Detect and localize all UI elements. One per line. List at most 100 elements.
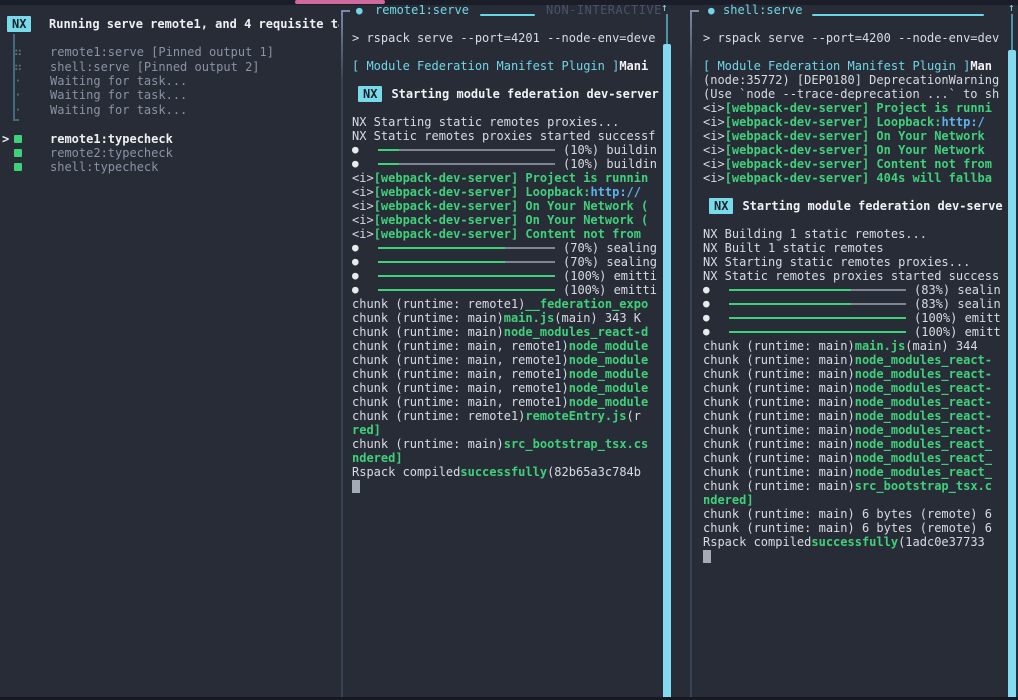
scrollbar-thumb[interactable] xyxy=(1008,50,1016,700)
terminal-text: [webpack-dev-server] On Your Network ( xyxy=(374,199,649,213)
task-success-icon xyxy=(11,160,25,174)
terminal-text: Rspack compiled xyxy=(703,535,811,549)
terminal-text: [ Module Federation Manifest Plugin ] xyxy=(703,59,970,73)
terminal-text: [webpack-dev-server] Project is runni xyxy=(725,101,992,115)
terminal-line: chunk (runtime: main) 6 bytes (remote) 6 xyxy=(703,507,1005,521)
scrollbar-thumb[interactable] xyxy=(663,44,671,700)
terminal-line: chunk (runtime: main) node_modules_react… xyxy=(352,325,659,339)
terminal-text: (r xyxy=(627,409,641,423)
terminal-text: chunk (runtime: main) xyxy=(703,395,855,409)
terminal-output-remote1-serve[interactable]: > rspack serve --port=4201 --node-env=de… xyxy=(352,31,659,493)
terminal-text: (main) 343 K xyxy=(554,311,641,325)
terminal-text: chunk (runtime: main) xyxy=(352,437,504,451)
terminal-text: Starting module federation dev-serve xyxy=(742,199,1002,213)
task-waiting-icon: · xyxy=(11,74,25,88)
terminal-line: ●(70%) sealing xyxy=(352,241,659,255)
terminal-line: ●(10%) buildin xyxy=(352,143,659,157)
task-waiting-icon: · xyxy=(11,103,25,117)
progress-label: (100%) emitti xyxy=(563,269,657,283)
progress-bullet-icon: ● xyxy=(703,325,713,339)
terminal-line: NX Building 1 static remotes... xyxy=(703,227,1005,241)
terminal-text: <i> xyxy=(703,171,725,185)
progress-bar-fill xyxy=(729,317,906,319)
task-list-item[interactable]: ⠶shell:serve [Pinned output 2] xyxy=(0,59,341,73)
terminal-text: chunk (runtime: main, remote1) xyxy=(352,367,569,381)
terminal-line: ndered] xyxy=(352,451,659,465)
terminal-text: node_modules_react- xyxy=(855,381,992,395)
terminal-line xyxy=(703,45,1005,59)
terminal-line: ●(70%) sealing xyxy=(352,255,659,269)
terminal-panel-shell-serve[interactable]: ● shell:serve ↑ > rspack serve --port=42… xyxy=(690,5,1018,700)
terminal-line: NX Static remotes proxies started succes… xyxy=(352,129,659,143)
scrollbar-track[interactable] xyxy=(1011,14,1013,50)
terminal-panel-remote1-serve[interactable]: ● remote1:serve NON-INTERACTIVE ↑ > rspa… xyxy=(341,5,679,700)
terminal-line: ●(100%) emitt xyxy=(703,311,1005,325)
running-status-dot: ● xyxy=(708,4,715,18)
terminal-text: http:/ xyxy=(941,115,984,129)
terminal-line: ●(10%) buildin xyxy=(352,157,659,171)
task-list-item[interactable]: remote2:typecheck xyxy=(0,146,341,160)
terminal-text: [webpack-dev-server] Project is runnin xyxy=(374,171,649,185)
terminal-text: successfully xyxy=(460,465,547,479)
terminal-line: chunk (runtime: main) 6 bytes (remote) 6 xyxy=(703,521,1005,535)
panel-title-shell-serve: shell:serve xyxy=(723,3,802,17)
terminal-text: node_module xyxy=(569,339,648,353)
terminal-line: ●(83%) sealin xyxy=(703,297,1005,311)
terminal-text: [webpack-dev-server] Content not from xyxy=(725,157,992,171)
progress-bar xyxy=(729,331,906,333)
terminal-text: chunk (runtime: main) xyxy=(703,423,855,437)
terminal-line: chunk (runtime: main) node_modules_react… xyxy=(703,395,1005,409)
terminal-text: chunk (runtime: main) xyxy=(703,353,855,367)
terminal-line: Rspack compiled successfully (1adc0e3773… xyxy=(703,535,1005,549)
terminal-output-shell-serve[interactable]: > rspack serve --port=4200 --node-env=de… xyxy=(703,31,1005,563)
terminal-text: node_modules_react- xyxy=(855,367,992,381)
progress-label: (83%) sealin xyxy=(914,297,1001,311)
terminal-text: NX Static remotes proxies started succes… xyxy=(352,129,655,143)
terminal-line: chunk (runtime: main) node_modules_react… xyxy=(703,409,1005,423)
task-list-item[interactable]: ⠶remote1:serve [Pinned output 1] xyxy=(0,45,341,59)
panel-corner xyxy=(690,10,699,12)
task-runner-title: Running serve remote1, and 4 requisite t… xyxy=(49,17,339,31)
terminal-line: chunk (runtime: main) node_modules_react… xyxy=(703,437,1005,451)
task-list-item[interactable]: ·Waiting for task... xyxy=(0,88,341,102)
task-list-item[interactable]: shell:typecheck xyxy=(0,160,341,174)
terminal-text: [webpack-dev-server] On Your Network xyxy=(725,143,985,157)
terminal-line xyxy=(352,45,659,59)
terminal-text: main.js xyxy=(504,311,555,325)
terminal-text: chunk (runtime: main) xyxy=(703,479,855,493)
terminal-text: chunk (runtime: main) xyxy=(703,451,855,465)
terminal-line: > rspack serve --port=4201 --node-env=de… xyxy=(352,31,659,45)
terminal-text: NX Starting static remotes proxies... xyxy=(352,115,619,129)
terminal-text: chunk (runtime: remote1) xyxy=(352,297,525,311)
terminal-text: (node:35772) [DEP0180] DeprecationWarnin… xyxy=(703,73,999,87)
terminal-line: chunk (runtime: remote1) remoteEntry.js … xyxy=(352,409,659,423)
scrollbar-track[interactable] xyxy=(666,14,668,44)
scroll-up-arrow-icon[interactable]: ↑ xyxy=(1008,1,1015,15)
progress-bar-fill xyxy=(729,303,851,305)
terminal-line: ●(100%) emitti xyxy=(352,283,659,297)
terminal-text: Starting module federation dev-server xyxy=(391,87,658,101)
scroll-up-arrow-icon[interactable]: ↑ xyxy=(661,1,668,15)
terminal-text: chunk (runtime: main) xyxy=(703,381,855,395)
progress-bar-fill xyxy=(729,289,851,291)
terminal-line: <i> [webpack-dev-server] Content not fro… xyxy=(703,157,1005,171)
terminal-text: [webpack-dev-server] Content not from xyxy=(374,227,641,241)
terminal-line: NXStarting module federation dev-server xyxy=(352,87,659,101)
terminal-text: chunk (runtime: main) 6 bytes (remote) 6 xyxy=(703,521,992,535)
task-list-item[interactable]: ·Waiting for task... xyxy=(0,74,341,88)
progress-bullet-icon: ● xyxy=(352,269,362,283)
terminal-line: [ Module Federation Manifest Plugin ] Ma… xyxy=(352,59,659,73)
task-list-item[interactable]: >remote1:typecheck xyxy=(0,131,341,145)
terminal-text: chunk (runtime: remote1) xyxy=(352,409,525,423)
terminal-text: Mani xyxy=(619,59,648,73)
terminal-line: <i> [webpack-dev-server] On Your Network… xyxy=(352,199,659,213)
task-list-item[interactable]: ·Waiting for task... xyxy=(0,103,341,117)
terminal-text: chunk (runtime: main) xyxy=(703,437,855,451)
task-running-icon: ⠶ xyxy=(11,45,25,59)
terminal-text: [webpack-dev-server] Loopback: xyxy=(374,185,591,199)
terminal-text: node_module xyxy=(569,381,648,395)
terminal-line xyxy=(703,213,1005,227)
terminal-text: <i> xyxy=(703,101,725,115)
terminal-text: (Use `node --trace-deprecation ...` to s… xyxy=(703,87,999,101)
terminal-text: ndered] xyxy=(352,451,403,465)
